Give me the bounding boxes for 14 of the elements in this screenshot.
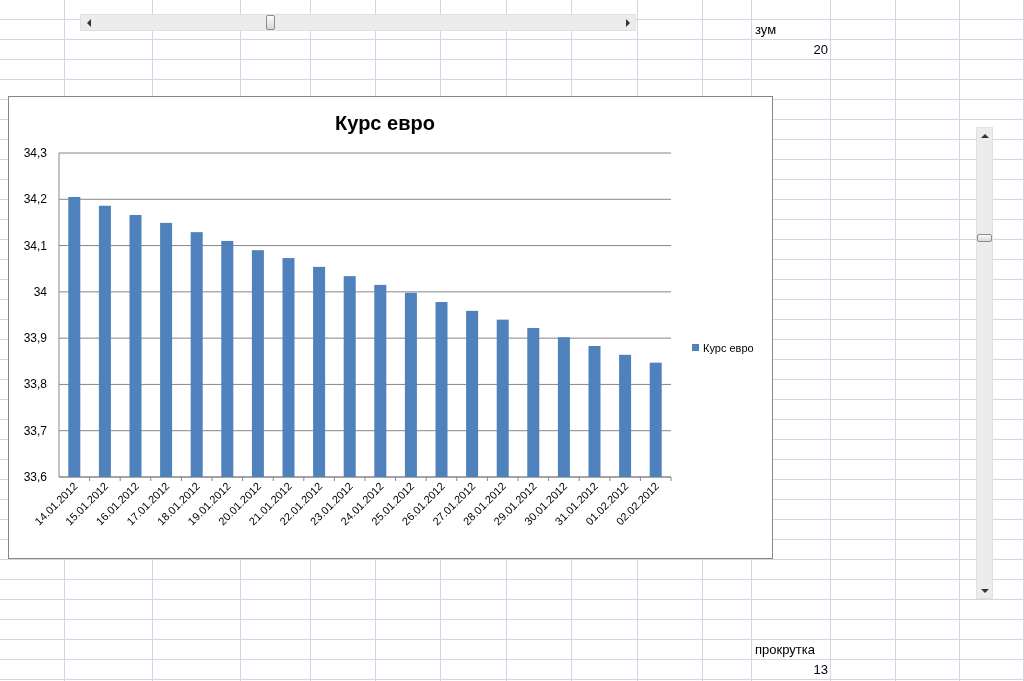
y-tick-label: 33,7 (23, 423, 47, 438)
y-tick-label: 34,3 (23, 146, 47, 160)
y-tick-label: 34 (33, 284, 47, 299)
cell-label: прокрутка (754, 641, 816, 659)
y-tick-label: 33,6 (23, 470, 47, 484)
y-tick-label: 34,2 (23, 192, 47, 207)
cell-value: 20 (812, 41, 829, 59)
cell-label: зум (754, 21, 778, 39)
y-tick-label: 34,1 (23, 238, 47, 253)
y-tick-label: 33,8 (23, 377, 47, 392)
legend-label: Курс евро (703, 342, 754, 354)
cell-value: 13 (812, 661, 829, 679)
y-tick-label: 33,9 (23, 331, 47, 346)
chart-title: Курс евро (335, 112, 435, 134)
